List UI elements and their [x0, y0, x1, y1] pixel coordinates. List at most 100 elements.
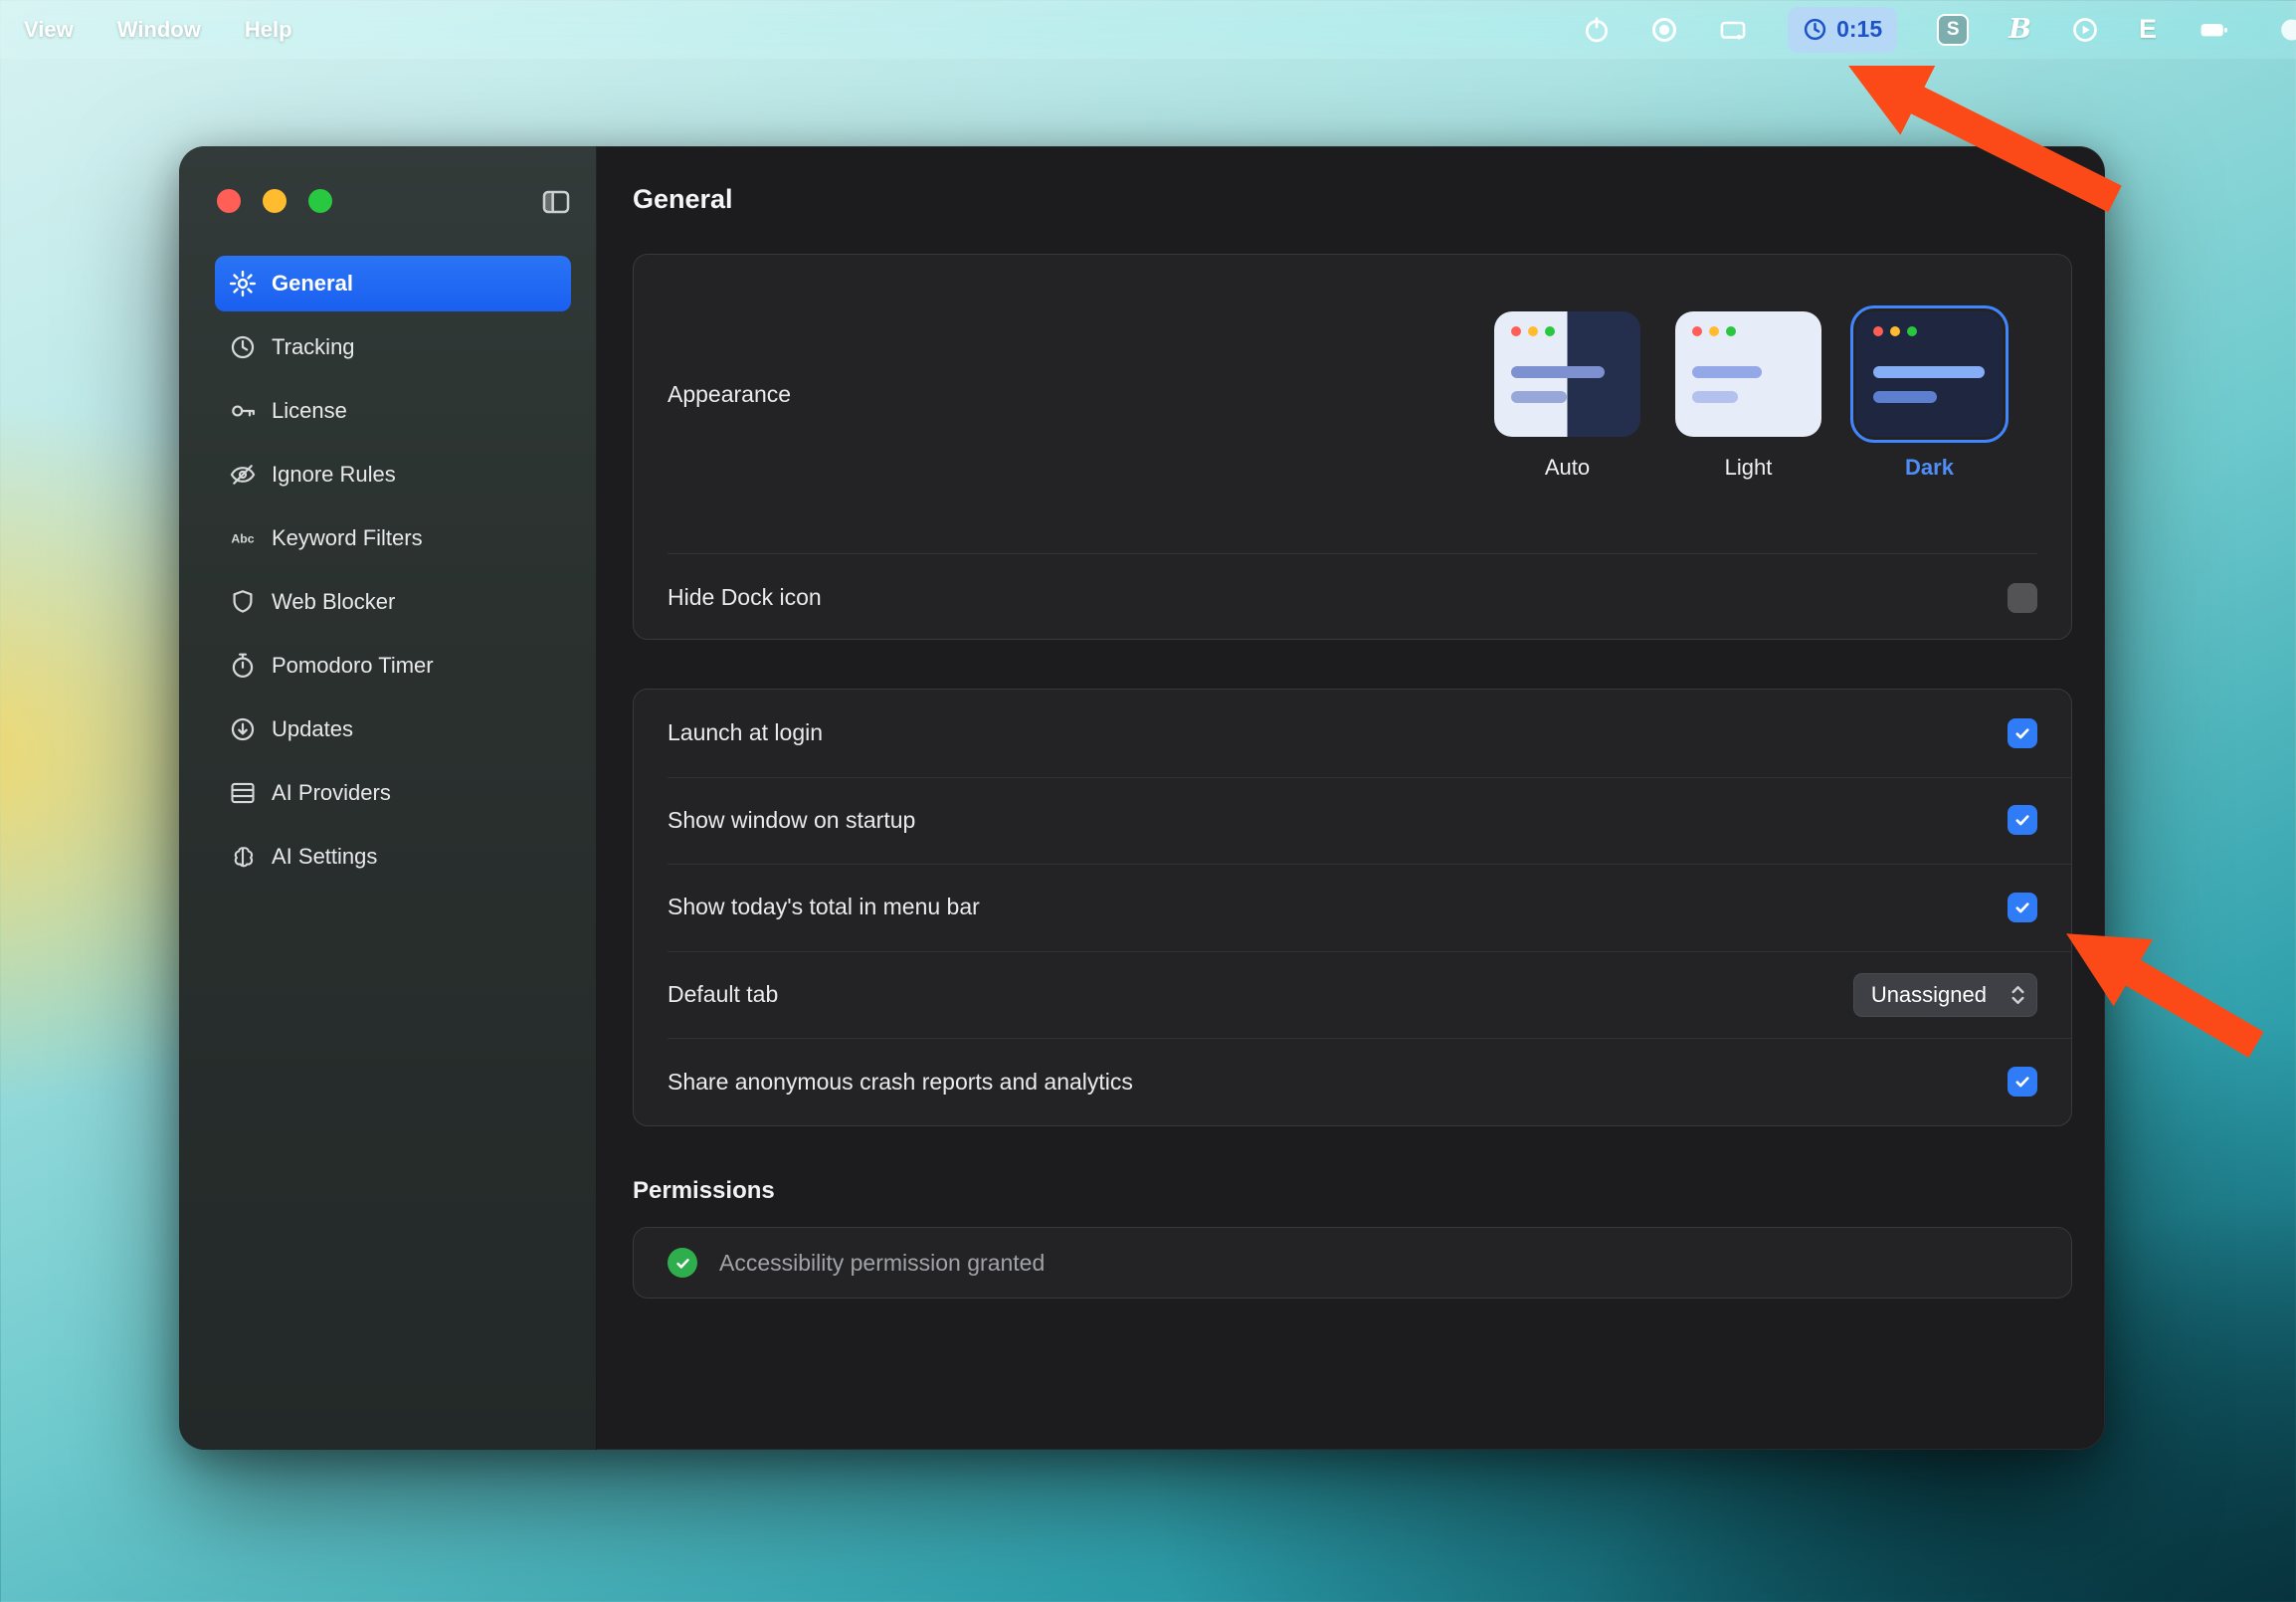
share-analytics-checkbox[interactable] — [2008, 1067, 2037, 1097]
sidebar-item-label: AI Settings — [272, 844, 377, 870]
show-window-on-startup-checkbox[interactable] — [2008, 805, 2037, 835]
sidebar-item-web-blocker[interactable]: Web Blocker — [215, 574, 571, 630]
appearance-card: Appearance Auto Light — [633, 254, 2072, 640]
close-button[interactable] — [217, 189, 241, 213]
screen-record-icon[interactable] — [1718, 16, 1748, 44]
permissions-header: Permissions — [633, 1177, 775, 1205]
timer-pill-value: 0:15 — [1836, 16, 1882, 43]
settings-content: General Appearance Auto — [597, 146, 2105, 1450]
permission-granted-check-icon — [668, 1248, 697, 1278]
sidebar-item-label: Pomodoro Timer — [272, 653, 434, 679]
check-icon — [2013, 724, 2031, 742]
check-icon — [2013, 1073, 2031, 1091]
key-icon — [229, 397, 257, 425]
theme-preview-dots — [1511, 326, 1555, 336]
record-icon[interactable] — [1650, 16, 1678, 44]
minimize-button[interactable] — [263, 189, 287, 213]
appearance-option-light-label: Light — [1725, 455, 1773, 481]
sidebar-nav: General Tracking License Ignore Rules — [215, 256, 571, 893]
menubar-timer-pill[interactable]: 0:15 — [1788, 7, 1897, 53]
show-todays-total-label: Show today's total in menu bar — [668, 894, 980, 920]
launch-at-login-label: Launch at login — [668, 719, 823, 746]
default-tab-select[interactable]: Unassigned — [1853, 973, 2037, 1017]
show-window-on-startup-label: Show window on startup — [668, 807, 915, 834]
chevron-up-down-icon — [2010, 983, 2025, 1007]
share-analytics-row: Share anonymous crash reports and analyt… — [634, 1038, 2071, 1125]
timer-icon — [229, 652, 257, 680]
sidebar-item-ai-providers[interactable]: AI Providers — [215, 765, 571, 821]
shield-icon — [229, 588, 257, 616]
play-circle-icon[interactable] — [2071, 16, 2099, 44]
sidebar-item-label: Web Blocker — [272, 589, 395, 615]
menu-bar: View Window Help 0:15 S B E — [0, 0, 2296, 59]
default-tab-row: Default tab Unassigned — [634, 951, 2071, 1039]
sidebar-item-ai-settings[interactable]: AI Settings — [215, 829, 571, 885]
appearance-option-auto[interactable] — [1494, 311, 1640, 437]
menu-view[interactable]: View — [24, 17, 74, 43]
sidebar-item-label: General — [272, 271, 353, 297]
sidebar: General Tracking License Ignore Rules — [179, 146, 597, 1450]
download-circle-icon — [229, 715, 257, 743]
check-icon — [2013, 899, 2031, 916]
theme-preview-dots — [1692, 326, 1736, 336]
svg-text:Abc: Abc — [231, 532, 254, 546]
show-todays-total-row: Show today's total in menu bar — [634, 864, 2071, 951]
clock-icon — [229, 333, 257, 361]
menu-help[interactable]: Help — [245, 17, 292, 43]
appearance-label: Appearance — [668, 381, 791, 408]
show-todays-total-checkbox[interactable] — [2008, 893, 2037, 922]
launch-at-login-checkbox[interactable] — [2008, 718, 2037, 748]
permissions-card: Accessibility permission granted — [633, 1227, 2072, 1299]
default-tab-value: Unassigned — [1871, 982, 1987, 1008]
appearance-option-dark[interactable] — [1856, 311, 2003, 437]
sidebar-item-label: AI Providers — [272, 780, 391, 806]
sidebar-item-label: License — [272, 398, 347, 424]
hide-dock-row: Hide Dock icon — [634, 554, 2071, 641]
gear-icon — [229, 270, 257, 298]
page-title: General — [633, 184, 733, 215]
show-window-on-startup-row: Show window on startup — [634, 777, 2071, 865]
sidebar-item-license[interactable]: License — [215, 383, 571, 439]
sidebar-item-label: Keyword Filters — [272, 525, 423, 551]
appearance-option-dark-label: Dark — [1905, 455, 1954, 481]
e-app-icon[interactable]: E — [2139, 14, 2157, 45]
scribble-app-icon[interactable]: B — [2009, 14, 2031, 45]
appearance-option-light[interactable] — [1675, 311, 1821, 437]
abc-icon: Abc — [229, 524, 257, 552]
sidebar-item-general[interactable]: General — [215, 256, 571, 311]
launch-at-login-row: Launch at login — [634, 690, 2071, 777]
s-app-icon[interactable]: S — [1937, 14, 1969, 46]
theme-preview-dots — [1873, 326, 1917, 336]
sidebar-item-keyword-filters[interactable]: Abc Keyword Filters — [215, 510, 571, 566]
server-icon — [229, 779, 257, 807]
hide-dock-label: Hide Dock icon — [668, 584, 822, 611]
battery-icon[interactable] — [2197, 16, 2232, 44]
traffic-lights — [217, 189, 332, 213]
sidebar-item-pomodoro-timer[interactable]: Pomodoro Timer — [215, 638, 571, 694]
sidebar-item-tracking[interactable]: Tracking — [215, 319, 571, 375]
sidebar-toggle-icon[interactable] — [540, 186, 572, 218]
sidebar-item-ignore-rules[interactable]: Ignore Rules — [215, 447, 571, 502]
arrow-to-menu-bar-checkbox — [2093, 949, 2256, 1045]
eye-slash-icon — [229, 461, 257, 489]
power-icon[interactable] — [1583, 16, 1611, 44]
sidebar-item-label: Tracking — [272, 334, 355, 360]
appearance-row: Appearance Auto Light — [634, 255, 2071, 553]
brain-icon — [229, 843, 257, 871]
sidebar-item-label: Updates — [272, 716, 353, 742]
menu-group: View Window Help — [0, 17, 292, 43]
status-icons: 0:15 S B E — [1583, 0, 2296, 59]
permission-status-text: Accessibility permission granted — [719, 1250, 1045, 1277]
timer-pill-clock-icon — [1803, 17, 1827, 42]
check-icon — [2013, 811, 2031, 829]
default-tab-label: Default tab — [668, 981, 778, 1008]
zoom-button[interactable] — [308, 189, 332, 213]
appearance-option-auto-label: Auto — [1545, 455, 1590, 481]
sidebar-item-label: Ignore Rules — [272, 462, 396, 488]
menu-window[interactable]: Window — [117, 17, 201, 43]
startup-settings-card: Launch at login Show window on startup S… — [633, 689, 2072, 1126]
sidebar-item-updates[interactable]: Updates — [215, 701, 571, 757]
hide-dock-checkbox[interactable] — [2008, 583, 2037, 613]
edge-partial-icon[interactable] — [2272, 16, 2296, 44]
settings-window: General Tracking License Ignore Rules — [179, 146, 2105, 1450]
